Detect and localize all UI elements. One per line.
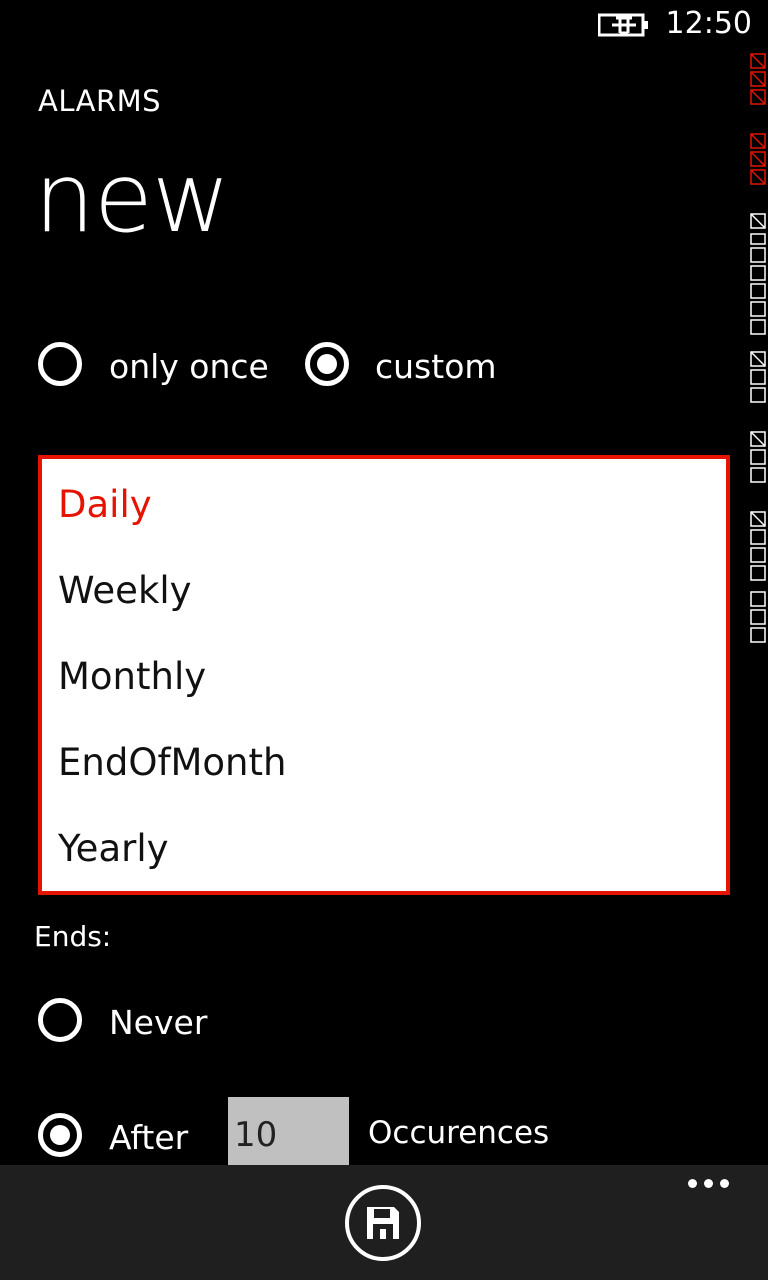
page-title: new [34,142,230,254]
save-button[interactable] [345,1185,421,1261]
frequency-item-monthly[interactable]: Monthly [58,655,206,698]
more-options-button[interactable] [686,1179,732,1191]
app-bar [0,1165,768,1280]
status-bar: 12:50 [0,0,768,48]
app-title: ALARMS [38,84,162,118]
frame-rate-counter-icon [750,53,766,643]
save-icon [367,1207,399,1239]
only-once-label[interactable]: only once [109,347,269,386]
ends-label: Ends: [34,920,112,953]
frequency-item-yearly[interactable]: Yearly [58,827,169,870]
only-once-radio[interactable] [38,342,82,386]
never-label[interactable]: Never [109,1003,207,1042]
occurrences-label: Occurences [368,1115,550,1151]
frequency-list[interactable]: Daily Weekly Monthly EndOfMonth Yearly [38,455,730,895]
ellipsis-icon [688,1179,697,1188]
ellipsis-dot [704,1179,713,1188]
frequency-item-endofmonth[interactable]: EndOfMonth [58,741,286,784]
custom-radio[interactable] [305,342,349,386]
after-label[interactable]: After [109,1118,188,1157]
battery-charging-icon [598,13,648,37]
frequency-item-daily[interactable]: Daily [58,483,152,526]
clock: 12:50 [665,6,752,41]
ellipsis-dot [720,1179,729,1188]
frequency-item-weekly[interactable]: Weekly [58,569,192,612]
custom-label[interactable]: custom [375,347,497,386]
never-radio[interactable] [38,998,82,1042]
after-radio[interactable] [38,1113,82,1157]
occurrences-input[interactable]: 10 [228,1097,349,1165]
